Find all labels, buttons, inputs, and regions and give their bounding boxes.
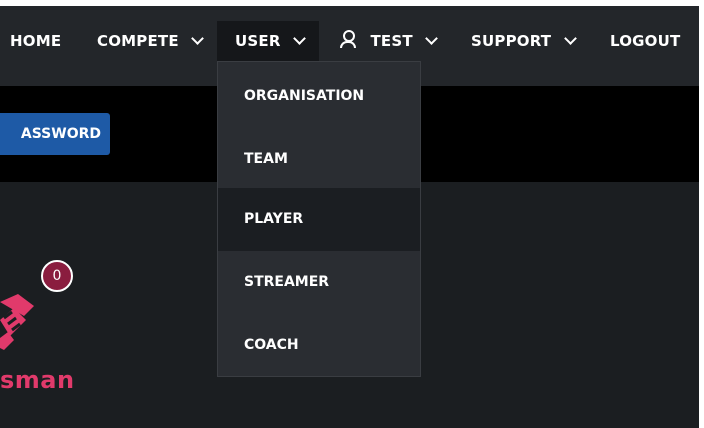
- dropdown-item-label: STREAMER: [244, 274, 330, 290]
- notification-badge[interactable]: 0: [41, 260, 73, 292]
- user-dropdown-menu: ORGANISATION TEAM PLAYER STREAMER COACH: [217, 61, 421, 377]
- dropdown-item-label: TEAM: [244, 151, 288, 167]
- chevron-down-icon: [293, 32, 306, 45]
- dropdown-item-label: COACH: [244, 337, 299, 353]
- nav-home-label: HOME: [10, 32, 62, 50]
- dropdown-item-coach[interactable]: COACH: [218, 314, 420, 377]
- chevron-down-icon: [563, 32, 577, 45]
- notification-count: 0: [52, 268, 62, 284]
- nav-logout-label: LOGOUT: [610, 32, 681, 50]
- dropdown-item-player[interactable]: PLAYER: [218, 188, 420, 251]
- nav-compete-label: COMPETE: [97, 32, 179, 50]
- nav-test[interactable]: TEST: [340, 21, 439, 61]
- dropdown-item-team[interactable]: TEAM: [218, 128, 420, 191]
- navbar-top-edge: [0, 0, 704, 6]
- nav-compete[interactable]: COMPETE: [97, 21, 205, 61]
- chevron-down-icon: [425, 32, 439, 45]
- nav-test-label: TEST: [370, 32, 413, 50]
- dropdown-item-organisation[interactable]: ORGANISATION: [218, 65, 420, 128]
- handshake-logo-icon: [0, 294, 34, 350]
- nav-support-label: SUPPORT: [471, 32, 552, 50]
- change-password-button[interactable]: ASSWORD: [0, 113, 110, 155]
- change-password-label: ASSWORD: [20, 126, 101, 142]
- chevron-down-icon: [191, 32, 205, 45]
- nav-support[interactable]: SUPPORT: [471, 21, 577, 61]
- nav-home[interactable]: HOME: [10, 21, 61, 61]
- dropdown-item-streamer[interactable]: STREAMER: [218, 251, 420, 314]
- right-edge: [699, 0, 704, 428]
- dropdown-item-label: PLAYER: [244, 211, 304, 227]
- nav-user-label: USER: [235, 32, 281, 50]
- nav-logout[interactable]: LOGOUT: [610, 21, 680, 61]
- dropdown-item-label: ORGANISATION: [244, 88, 365, 104]
- brand-name: sman: [0, 366, 75, 394]
- user-icon: [340, 30, 356, 48]
- nav-user[interactable]: USER: [217, 21, 319, 61]
